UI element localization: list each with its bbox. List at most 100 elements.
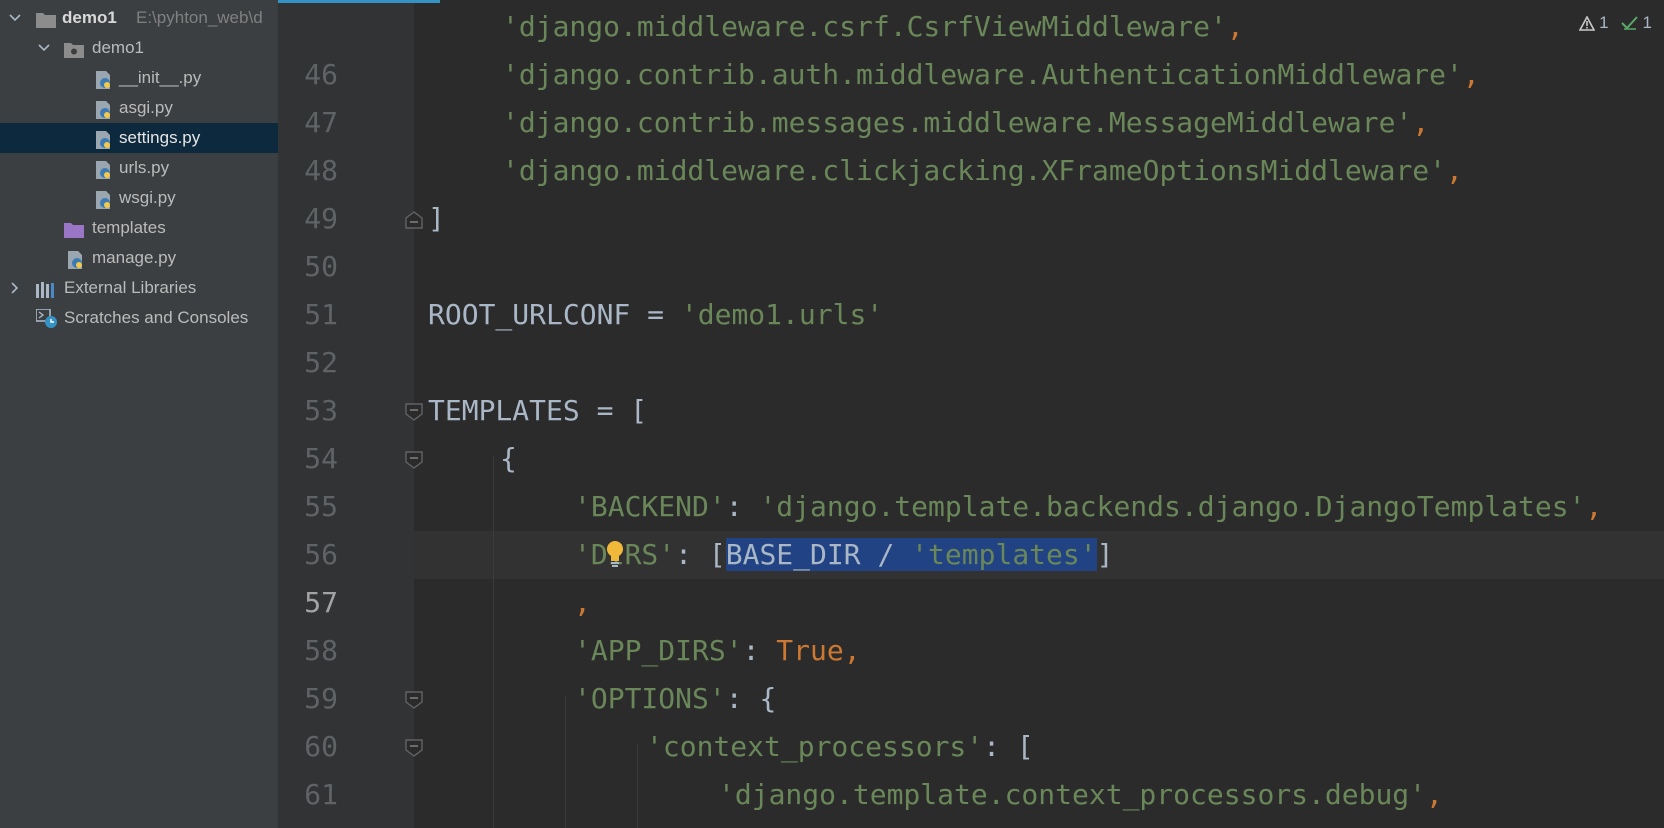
code-line-55[interactable]: 55 { [278, 435, 1664, 523]
code-line-58[interactable]: 58 , [278, 579, 1664, 667]
punct-token: , [574, 586, 591, 619]
fold-start-icon[interactable] [404, 738, 424, 758]
tree-item-asgi-py[interactable]: asgi.py [0, 93, 278, 123]
code-line-48[interactable]: 48 'django.contrib.messages.middleware.M… [278, 99, 1664, 187]
code-line-47[interactable]: 47 'django.contrib.auth.middleware.Authe… [278, 51, 1664, 139]
string-token: 'OPTIONS' [574, 682, 726, 715]
code-line-62[interactable]: 62 'django.template.context_processors.d… [278, 771, 1664, 828]
identifier-token: TEMPLATES [428, 394, 580, 427]
tree-item-init-py[interactable]: __init__.py [0, 63, 278, 93]
python-file-icon [94, 99, 112, 119]
code-content: 'django.contrib.auth.middleware.Authenti… [502, 51, 1480, 99]
tree-item-label: wsgi.py [119, 188, 176, 207]
code-content: 'APP_DIRS': True, [574, 627, 861, 675]
punct-token: : [675, 538, 709, 571]
brace-token: { [759, 682, 777, 715]
string-token: 'django.template.backends.django.DjangoT… [759, 490, 1586, 523]
selected-text[interactable]: BASE_DIR / 'templates' [725, 538, 1097, 571]
string-token: 'templates' [911, 538, 1097, 571]
tree-item-wsgi-py[interactable]: wsgi.py [0, 183, 278, 213]
tree-item-label: manage.py [92, 248, 177, 267]
code-line-60[interactable]: 60 'OPTIONS': { [278, 675, 1664, 763]
code-content: { [500, 435, 517, 483]
string-token: 'demo1.urls' [680, 298, 884, 331]
chevron-right-icon[interactable] [8, 273, 22, 303]
punct-token: : [725, 682, 760, 715]
code-content: ] [428, 195, 445, 243]
code-content: 'DIRS': [BASE_DIR / 'templates'] [574, 531, 1113, 579]
brace-token: { [500, 442, 517, 475]
code-content: 'django.template.context_processors.debu… [718, 771, 1443, 819]
identifier-token: ROOT_URLCONF [428, 298, 631, 331]
tree-item-label: __init__.py [119, 68, 202, 87]
fold-start-icon[interactable] [404, 450, 424, 470]
tree-item-package-demo1[interactable]: demo1 [0, 33, 278, 63]
keyword-token: True [776, 634, 844, 667]
code-content: 'OPTIONS': { [574, 675, 776, 723]
line-number: 62 [278, 819, 338, 828]
code-content: ROOT_URLCONF = 'demo1.urls' [428, 291, 883, 339]
tree-item-label: External Libraries [64, 278, 197, 297]
string-token: 'django.middleware.csrf.CsrfViewMiddlewa… [502, 10, 1227, 43]
fold-end-icon[interactable] [404, 210, 424, 230]
tree-item-templates[interactable]: templates [0, 213, 278, 243]
code-line-54[interactable]: 54 TEMPLATES = [ [278, 387, 1664, 475]
folder-icon [36, 9, 56, 28]
code-line-56[interactable]: 56 'BACKEND': 'django.template.backends.… [278, 483, 1664, 571]
punct-token: : [725, 490, 760, 523]
tree-item-label: urls.py [119, 158, 170, 177]
chevron-down-icon[interactable] [8, 3, 22, 33]
python-file-icon [94, 129, 112, 149]
string-token: 'django.template.context_processors.debu… [718, 778, 1427, 811]
bracket-token: ] [1096, 538, 1114, 571]
lightbulb-icon[interactable] [604, 540, 626, 568]
fold-start-icon[interactable] [404, 690, 424, 710]
code-line-61[interactable]: 61 'context_processors': [ [278, 723, 1664, 811]
tree-item-label: Scratches and Consoles [64, 308, 249, 327]
tree-item-scratches[interactable]: Scratches and Consoles [0, 303, 278, 333]
tree-item-settings-py[interactable]: settings.py [0, 123, 278, 153]
string-token: 'BACKEND' [574, 490, 726, 523]
code-line-59[interactable]: 59 'APP_DIRS': True, [278, 627, 1664, 715]
chevron-down-icon[interactable] [37, 33, 51, 63]
code-content: TEMPLATES = [ [428, 387, 647, 435]
tree-item-label: demo1 [92, 38, 144, 57]
code-editor[interactable]: 1 1 46 'django.middleware.csrf.CsrfViewM… [278, 0, 1664, 828]
punct-token: , [1462, 58, 1480, 91]
code-line-49[interactable]: 49 'django.middleware.clickjacking.XFram… [278, 147, 1664, 235]
code-content: , [574, 579, 591, 627]
code-line-46[interactable]: 46 'django.middleware.csrf.CsrfViewMiddl… [278, 3, 1664, 91]
operator-token: = [630, 298, 681, 331]
python-file-icon [66, 249, 84, 269]
bracket-token: [ [708, 538, 726, 571]
code-line-52[interactable]: 52 ROOT_URLCONF = 'demo1.urls' [278, 291, 1664, 379]
string-token: 'django.middleware.clickjacking.XFrameOp… [502, 154, 1447, 187]
fold-start-icon[interactable] [404, 402, 424, 422]
string-token: 'context_processors' [646, 730, 984, 763]
punct-token: , [1426, 778, 1443, 811]
bracket-token: ] [428, 202, 445, 235]
code-line-51[interactable]: 51 [278, 243, 1664, 331]
string-token: 'django.contrib.messages.middleware.Mess… [502, 106, 1413, 139]
tree-item-urls-py[interactable]: urls.py [0, 153, 278, 183]
scratches-icon [35, 308, 57, 328]
string-token: 'APP_DIRS' [574, 634, 743, 667]
operator-token: = [579, 394, 631, 427]
punct-token: , [1446, 154, 1463, 187]
code-line-53[interactable]: 53 [278, 339, 1664, 427]
code-content: 'context_processors': [ [646, 723, 1034, 771]
tree-item-label: templates [92, 218, 166, 237]
tree-item-external-libraries[interactable]: External Libraries [0, 273, 278, 303]
code-content: 'django.middleware.clickjacking.XFrameOp… [502, 147, 1463, 195]
project-path: E:\pyhton_web\d [136, 8, 263, 27]
bracket-token: [ [1016, 730, 1034, 763]
project-tree: demo1 E:\pyhton_web\d demo1 __init__.py … [0, 0, 278, 828]
python-file-icon [94, 159, 112, 179]
code-line-50[interactable]: 50 ] [278, 195, 1664, 283]
code-content: 'BACKEND': 'django.template.backends.dja… [574, 483, 1602, 531]
tree-item-manage-py[interactable]: manage.py [0, 243, 278, 273]
code-line-57[interactable]: 57 'DIRS': [BASE_DIR / 'templates'] [278, 531, 1664, 619]
tree-item-label: asgi.py [119, 98, 173, 117]
package-folder-icon [64, 39, 84, 58]
tree-item-project-root[interactable]: demo1 E:\pyhton_web\d [0, 3, 278, 33]
